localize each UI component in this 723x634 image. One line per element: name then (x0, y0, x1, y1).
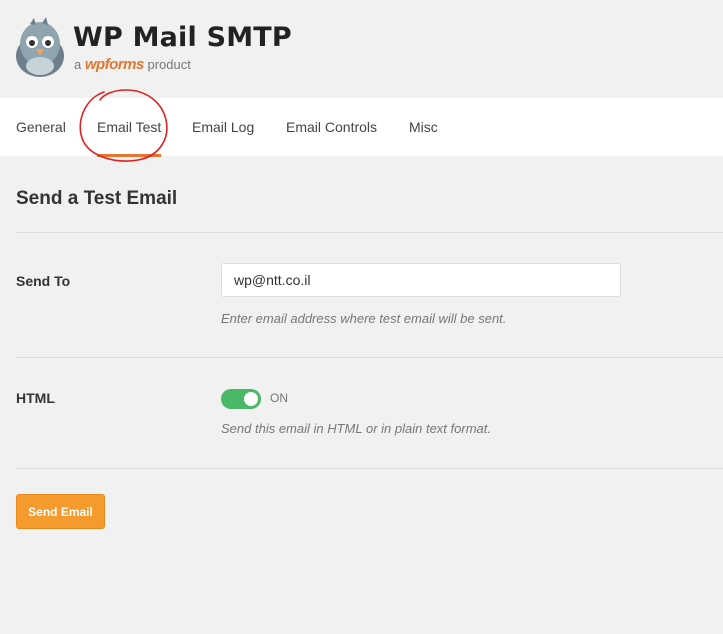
settings-tabs: General Email Test Email Log Email Contr… (0, 98, 723, 157)
page-title: Send a Test Email (16, 188, 178, 209)
send-to-label: Send To (16, 273, 71, 289)
plugin-title: WP Mail SMTP (73, 22, 292, 53)
tab-misc[interactable]: Misc (409, 98, 438, 156)
toggle-state-label: ON (270, 391, 288, 405)
plugin-header: WP Mail SMTP a wpforms product (0, 0, 723, 98)
toggle-knob (244, 392, 258, 406)
email-field[interactable] (221, 263, 621, 297)
wpforms-brand: wpforms (84, 56, 145, 73)
html-help: Send this email in HTML or in plain text… (221, 421, 491, 436)
tab-email-test[interactable]: Email Test (97, 98, 162, 157)
pigeon-logo-icon (16, 17, 64, 77)
subtitle-suffix: product (147, 57, 191, 72)
subtitle-prefix: a (74, 57, 82, 72)
html-toggle[interactable] (221, 389, 261, 409)
send-email-button[interactable]: Send Email (16, 494, 105, 529)
send-to-help: Enter email address where test email wil… (221, 311, 507, 326)
tab-general[interactable]: General (16, 98, 66, 156)
plugin-subtitle: a wpforms product (74, 56, 191, 73)
row-divider (16, 468, 723, 469)
html-label: HTML (16, 390, 55, 406)
tab-email-log[interactable]: Email Log (192, 98, 254, 156)
tab-email-controls[interactable]: Email Controls (286, 98, 377, 156)
section-divider (16, 232, 723, 233)
row-divider (16, 357, 723, 358)
